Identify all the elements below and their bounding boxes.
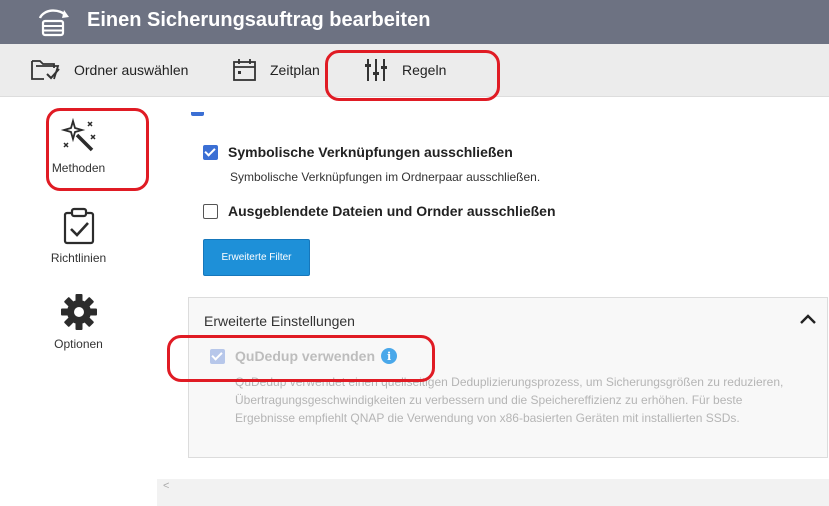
symlinks-checkbox[interactable] xyxy=(203,144,218,160)
sidebar-item-label: Methoden xyxy=(51,161,106,175)
scroll-left-icon[interactable]: < xyxy=(163,480,169,492)
folder-check-icon xyxy=(31,60,60,80)
hidden-files-checkbox[interactable] xyxy=(203,203,218,219)
advanced-filter-button[interactable]: Erweiterte Filter xyxy=(203,239,310,276)
info-icon[interactable]: i xyxy=(381,348,398,364)
symlinks-description: Symbolische Verknüpfungen im Ordnerpaar … xyxy=(230,170,541,184)
sidebar-item-methods[interactable]: Methoden xyxy=(0,117,157,175)
calendar-icon xyxy=(233,59,256,81)
step-label: Zeitplan xyxy=(270,62,320,78)
wizard-steps-toolbar: Ordner auswählen Zeitplan Regeln xyxy=(0,44,829,97)
backup-sync-icon xyxy=(38,9,69,37)
chevron-up-icon[interactable] xyxy=(799,312,817,326)
sidebar-item-options[interactable]: Optionen xyxy=(0,293,157,351)
sidebar-item-label: Optionen xyxy=(54,337,103,351)
partial-checkbox[interactable] xyxy=(191,112,204,116)
clipboard-check-icon xyxy=(63,207,94,245)
sliders-icon xyxy=(365,59,387,81)
window-title: Einen Sicherungsauftrag bearbeiten xyxy=(87,9,431,31)
step-label: Ordner auswählen xyxy=(74,62,189,78)
sidebar-item-label: Richtlinien xyxy=(50,251,107,265)
symlinks-option[interactable]: Symbolische Verknüpfungen ausschließen xyxy=(203,144,513,160)
gear-icon xyxy=(60,294,97,330)
content-area: Symbolische Verknüpfungen ausschließen S… xyxy=(157,97,829,506)
symlinks-label: Symbolische Verknüpfungen ausschließen xyxy=(228,144,513,160)
step-label: Regeln xyxy=(402,62,447,78)
qudedup-checkbox[interactable] xyxy=(210,348,225,364)
qudedup-option[interactable]: QuDedup verwenden i xyxy=(210,348,398,364)
magic-wand-icon xyxy=(60,117,96,152)
horizontal-scrollbar[interactable]: < xyxy=(157,479,829,494)
title-bar: Einen Sicherungsauftrag bearbeiten xyxy=(0,0,829,44)
qudedup-description: QuDedup verwendet einen quellseitigen De… xyxy=(235,375,784,425)
step-select-folder[interactable]: Ordner auswählen xyxy=(30,44,188,96)
qudedup-label: QuDedup verwenden xyxy=(235,348,376,364)
step-rules[interactable]: Regeln xyxy=(364,44,446,96)
hidden-files-option[interactable]: Ausgeblendete Dateien und Ornder ausschl… xyxy=(203,203,556,219)
step-schedule[interactable]: Zeitplan xyxy=(232,44,320,96)
advanced-settings-section: Erweiterte Einstellungen QuDedup verwend… xyxy=(188,297,828,458)
sidebar-item-policies[interactable]: Richtlinien xyxy=(0,207,157,265)
sidebar: Methoden Richtlinien Optionen xyxy=(0,97,157,506)
advanced-settings-title: Erweiterte Einstellungen xyxy=(204,313,355,329)
hidden-files-label: Ausgeblendete Dateien und Ornder ausschl… xyxy=(228,203,556,219)
rules-panel: Symbolische Verknüpfungen ausschließen S… xyxy=(157,97,829,494)
